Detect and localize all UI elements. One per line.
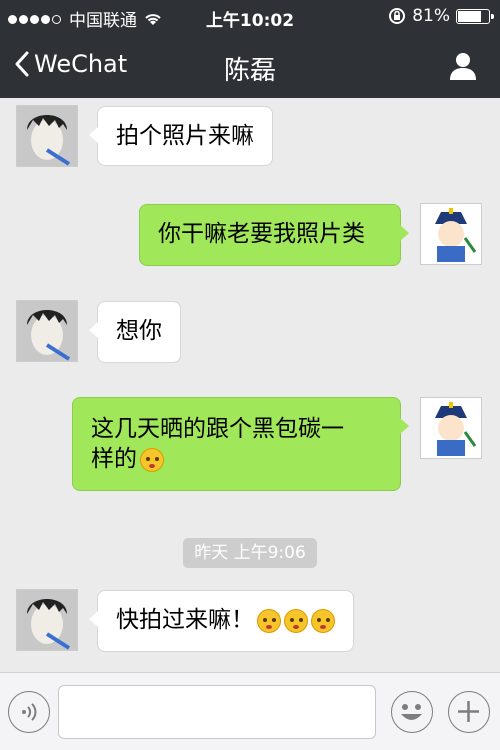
- smiley-icon: [401, 704, 422, 720]
- contact-avatar[interactable]: [16, 300, 78, 362]
- contact-avatar-image: [17, 106, 77, 166]
- timestamp-divider: 昨天 上午9:06: [183, 538, 317, 568]
- my-avatar[interactable]: [420, 203, 482, 265]
- kissing-emoji-icon: [311, 608, 335, 633]
- contact-avatar[interactable]: [16, 589, 78, 651]
- my-avatar-image: [421, 204, 481, 264]
- message-text-line-2-text: 样的: [91, 446, 137, 472]
- message-bubble-outgoing[interactable]: 这几天晒的跟个黑包碳一 样的: [72, 397, 409, 491]
- contact-avatar[interactable]: [16, 105, 78, 167]
- blushing-emoji-icon: [140, 447, 164, 472]
- message-bubble-incoming[interactable]: 快拍过来嘛！: [89, 590, 354, 652]
- my-avatar[interactable]: [420, 397, 482, 459]
- message-text: 快拍过来嘛！: [116, 607, 254, 633]
- nav-bar: WeChat 陈磊: [0, 34, 500, 98]
- status-right: 81%: [388, 6, 494, 26]
- message-text-line-2: 样的: [91, 444, 382, 474]
- battery-icon: [456, 8, 494, 24]
- emoji-button[interactable]: [391, 691, 433, 733]
- kissing-emoji-icon: [284, 608, 308, 633]
- message-bubble-incoming[interactable]: 拍个照片来嘛: [89, 106, 273, 166]
- kissing-emoji-icon: [257, 608, 281, 633]
- my-avatar-image: [421, 398, 481, 458]
- chat-title: 陈磊: [223, 56, 276, 86]
- person-icon: [450, 53, 476, 80]
- more-button[interactable]: [448, 691, 490, 733]
- message-bubble-outgoing[interactable]: 你干嘛老要我照片类: [139, 204, 409, 266]
- contact-avatar-image: [17, 590, 77, 650]
- message-text: 你干嘛老要我照片类: [158, 221, 365, 247]
- message-bubble-incoming[interactable]: 想你: [89, 301, 181, 363]
- chat-area[interactable]: 拍个照片来嘛 你干嘛老要我照片类 想你 这几天晒的跟个黑包碳一 样的 昨天 上午…: [0, 98, 500, 672]
- message-text-line-1: 这几天晒的跟个黑包碳一: [91, 416, 344, 442]
- message-input[interactable]: [58, 685, 376, 739]
- profile-button[interactable]: [448, 51, 478, 85]
- plus-icon: [458, 701, 479, 722]
- input-bar: [0, 672, 500, 750]
- battery-fill: [458, 10, 482, 22]
- message-text: 拍个照片来嘛: [116, 123, 254, 149]
- rotation-lock-icon: [389, 8, 406, 24]
- status-bar: 中国联通 上午10:02 81%: [0, 0, 500, 34]
- voice-button[interactable]: [8, 691, 50, 733]
- message-text: 想你: [116, 318, 162, 344]
- voice-icon: [22, 703, 37, 721]
- contact-avatar-image: [17, 301, 77, 361]
- battery-percent: 81%: [412, 6, 450, 26]
